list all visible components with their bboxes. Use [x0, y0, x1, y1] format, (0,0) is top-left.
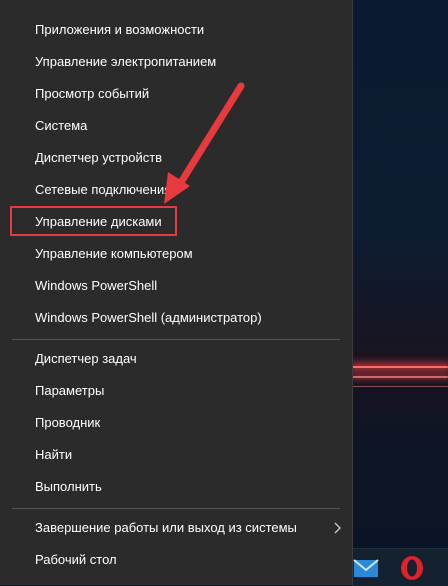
menu-item-settings[interactable]: Параметры	[0, 375, 352, 407]
menu-item-label: Управление компьютером	[35, 246, 193, 261]
menu-item-label: Завершение работы или выход из системы	[35, 520, 297, 535]
desktop-light-streak	[352, 376, 448, 378]
menu-item-power-options[interactable]: Управление электропитанием	[0, 46, 352, 78]
menu-item-label: Управление электропитанием	[35, 54, 217, 69]
menu-item-event-viewer[interactable]: Просмотр событий	[0, 78, 352, 110]
menu-item-task-manager[interactable]: Диспетчер задач	[0, 343, 352, 375]
menu-item-label: Система	[35, 118, 88, 133]
opera-icon[interactable]	[398, 554, 426, 582]
menu-item-system[interactable]: Система	[0, 110, 352, 142]
menu-item-shutdown-signout[interactable]: Завершение работы или выход из системы	[0, 512, 352, 544]
menu-item-label: Диспетчер устройств	[35, 150, 163, 165]
menu-item-label: Диспетчер задач	[35, 351, 137, 366]
menu-item-label: Выполнить	[35, 479, 102, 494]
menu-item-run[interactable]: Выполнить	[0, 471, 352, 503]
menu-item-search[interactable]: Найти	[0, 439, 352, 471]
menu-item-file-explorer[interactable]: Проводник	[0, 407, 352, 439]
menu-item-label: Найти	[35, 447, 73, 462]
desktop-light-streak	[352, 386, 448, 387]
taskbar	[352, 548, 448, 586]
menu-separator	[12, 339, 340, 340]
menu-item-powershell[interactable]: Windows PowerShell	[0, 270, 352, 302]
mail-icon[interactable]	[352, 554, 380, 582]
winx-context-menu: Приложения и возможности Управление элек…	[0, 0, 353, 585]
menu-item-label: Рабочий стол	[35, 552, 117, 567]
menu-item-label: Проводник	[35, 415, 101, 430]
menu-item-label: Просмотр событий	[35, 86, 150, 101]
chevron-right-icon	[334, 522, 341, 534]
menu-item-label: Параметры	[35, 383, 105, 398]
annotation-highlight-box	[10, 206, 177, 236]
menu-item-computer-management[interactable]: Управление компьютером	[0, 238, 352, 270]
desktop-background	[352, 0, 448, 585]
menu-item-label: Windows PowerShell	[35, 278, 158, 293]
desktop-light-streak	[352, 366, 448, 368]
menu-item-desktop[interactable]: Рабочий стол	[0, 544, 352, 576]
menu-item-label: Windows PowerShell (администратор)	[35, 310, 262, 325]
menu-separator	[12, 508, 340, 509]
menu-item-network-connections[interactable]: Сетевые подключения	[0, 174, 352, 206]
menu-item-apps-features[interactable]: Приложения и возможности	[0, 14, 352, 46]
menu-item-device-manager[interactable]: Диспетчер устройств	[0, 142, 352, 174]
menu-item-powershell-admin[interactable]: Windows PowerShell (администратор)	[0, 302, 352, 334]
menu-item-label: Приложения и возможности	[35, 22, 205, 37]
menu-item-label: Сетевые подключения	[35, 182, 172, 197]
